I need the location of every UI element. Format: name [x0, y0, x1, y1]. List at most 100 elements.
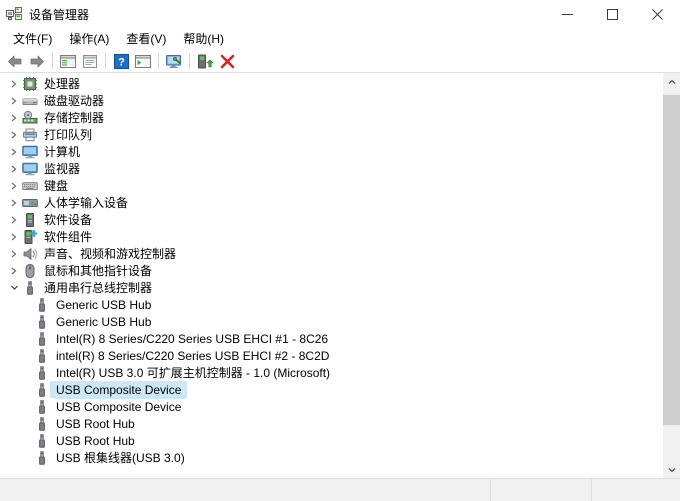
tree-item-processor[interactable]: 处理器 — [0, 75, 662, 92]
maximize-button[interactable] — [590, 0, 635, 29]
svg-text:?: ? — [118, 56, 125, 68]
chevron-right-icon[interactable] — [6, 92, 22, 109]
back-arrow-icon[interactable] — [4, 51, 26, 71]
chevron-right-icon[interactable] — [6, 160, 22, 177]
tree-item-label: USB Root Hub — [56, 416, 135, 431]
scroll-down-button[interactable] — [663, 461, 680, 478]
tree-item-label: 通用串行总线控制器 — [44, 280, 153, 295]
tree-item-usb-device[interactable]: Generic USB Hub — [0, 296, 662, 313]
status-pane-3 — [591, 479, 680, 501]
tree-item-keyboards[interactable]: 键盘 — [0, 177, 662, 194]
tree-item-print-queues[interactable]: 打印队列 — [0, 126, 662, 143]
tree-item-label: 声音、视频和游戏控制器 — [44, 246, 177, 261]
scroll-up-button[interactable] — [663, 73, 680, 90]
menu-help[interactable]: 帮助(H) — [175, 30, 233, 49]
tree-item-label: Generic USB Hub — [56, 314, 152, 329]
chevron-right-icon[interactable] — [6, 126, 22, 143]
tree-item-label: intel(R) 8 Series/C220 Series USB EHCI #… — [56, 348, 330, 363]
device-manager-window: 设备管理器 文件(F) 操作(A) 查看(V) 帮助(H) ? 处理器 磁盘驱动… — [0, 0, 680, 501]
chevron-right-icon[interactable] — [6, 177, 22, 194]
processor-icon — [22, 76, 38, 92]
usb-device-icon — [34, 399, 50, 415]
tree-item-label: 软件组件 — [44, 229, 93, 244]
toolbar-separator-2 — [105, 53, 106, 69]
help-icon[interactable]: ? — [110, 51, 132, 71]
status-bar — [0, 478, 680, 501]
menu-view[interactable]: 查看(V) — [118, 30, 175, 49]
usb-device-icon — [34, 314, 50, 330]
tree-item-usb-device[interactable]: USB Root Hub — [0, 415, 662, 432]
usb-device-icon — [34, 365, 50, 381]
chevron-right-icon[interactable] — [6, 211, 22, 228]
tree-item-usb-device[interactable]: Intel(R) 8 Series/C220 Series USB EHCI #… — [0, 330, 662, 347]
tree-item-label: 处理器 — [44, 76, 81, 91]
show-hide-console-tree-icon[interactable] — [57, 51, 79, 71]
scan-hardware-changes-icon[interactable] — [163, 51, 185, 71]
properties-icon[interactable] — [79, 51, 101, 71]
chevron-right-icon[interactable] — [6, 143, 22, 160]
tree-item-usb-controllers[interactable]: 通用串行总线控制器 — [0, 279, 662, 296]
tree-item-usb-device-selected[interactable]: USB Composite Device — [0, 380, 662, 399]
tree-item-usb-device[interactable]: Generic USB Hub — [0, 313, 662, 330]
tree-item-label: 键盘 — [44, 178, 69, 193]
chevron-right-icon[interactable] — [6, 228, 22, 245]
tree-item-label: 打印队列 — [44, 127, 93, 142]
tree-item-disk-drives[interactable]: 磁盘驱动器 — [0, 92, 662, 109]
tree-item-label: 存储控制器 — [44, 110, 105, 125]
chevron-right-icon[interactable] — [6, 245, 22, 262]
chevron-right-icon[interactable] — [6, 109, 22, 126]
title-bar: 设备管理器 — [0, 0, 680, 29]
menu-bar: 文件(F) 操作(A) 查看(V) 帮助(H) — [0, 29, 680, 50]
monitor-icon — [22, 161, 38, 177]
forward-arrow-icon[interactable] — [26, 51, 48, 71]
window-controls — [545, 0, 680, 29]
chevron-right-icon[interactable] — [6, 262, 22, 279]
print-queue-icon — [22, 127, 38, 143]
tree-item-label: USB Composite Device — [56, 399, 182, 414]
chevron-right-icon[interactable] — [6, 75, 22, 92]
tree-item-usb-device[interactable]: USB Root Hub — [0, 432, 662, 449]
vertical-scrollbar[interactable] — [662, 73, 680, 478]
usb-device-icon — [34, 382, 50, 398]
menu-action[interactable]: 操作(A) — [61, 30, 118, 49]
tree-item-usb-device[interactable]: intel(R) 8 Series/C220 Series USB EHCI #… — [0, 347, 662, 364]
tree-item-monitors[interactable]: 监视器 — [0, 160, 662, 177]
tree-item-computer[interactable]: 计算机 — [0, 143, 662, 160]
update-driver-icon[interactable] — [132, 51, 154, 71]
usb-device-icon — [34, 433, 50, 449]
tree-item-usb-device[interactable]: USB 根集线器(USB 3.0) — [0, 449, 662, 466]
enable-device-icon[interactable] — [194, 51, 216, 71]
tree-item-hid[interactable]: 人体学输入设备 — [0, 194, 662, 211]
uninstall-device-icon[interactable] — [216, 51, 238, 71]
tree-item-software-devices[interactable]: 软件设备 — [0, 211, 662, 228]
mouse-icon — [22, 263, 38, 279]
device-tree[interactable]: 处理器 磁盘驱动器 存储控制器 打印队列 计算机 监视器 键盘 人体学输入设备 … — [0, 73, 662, 478]
close-button[interactable] — [635, 0, 680, 29]
tree-item-software-components[interactable]: 软件组件 — [0, 228, 662, 245]
tree-item-mice[interactable]: 鼠标和其他指针设备 — [0, 262, 662, 279]
tree-item-label: 磁盘驱动器 — [44, 93, 105, 108]
tree-item-label: Intel(R) USB 3.0 可扩展主机控制器 - 1.0 (Microso… — [56, 365, 331, 380]
sound-video-game-icon — [22, 246, 38, 262]
toolbar-separator-3 — [158, 53, 159, 69]
computer-icon — [22, 144, 38, 160]
tree-item-usb-device[interactable]: USB Composite Device — [0, 398, 662, 415]
tree-item-label: 鼠标和其他指针设备 — [44, 263, 153, 278]
tree-item-label: 计算机 — [44, 144, 81, 159]
scrollbar-thumb[interactable] — [663, 95, 680, 425]
chevron-down-icon[interactable] — [6, 279, 22, 296]
minimize-button[interactable] — [545, 0, 590, 29]
usb-controller-icon — [22, 280, 38, 296]
usb-device-icon — [34, 450, 50, 466]
chevron-right-icon[interactable] — [6, 194, 22, 211]
menu-file[interactable]: 文件(F) — [5, 30, 61, 49]
tree-item-label: 监视器 — [44, 161, 81, 176]
hid-icon — [22, 195, 38, 211]
content-area: 处理器 磁盘驱动器 存储控制器 打印队列 计算机 监视器 键盘 人体学输入设备 … — [0, 72, 680, 478]
device-manager-icon — [6, 6, 22, 23]
tree-item-storage-controllers[interactable]: 存储控制器 — [0, 109, 662, 126]
tree-item-usb-device[interactable]: Intel(R) USB 3.0 可扩展主机控制器 - 1.0 (Microso… — [0, 364, 662, 381]
tree-item-label: USB Composite Device — [54, 380, 186, 399]
storage-controller-icon — [22, 110, 38, 126]
tree-item-sound-video-game[interactable]: 声音、视频和游戏控制器 — [0, 245, 662, 262]
